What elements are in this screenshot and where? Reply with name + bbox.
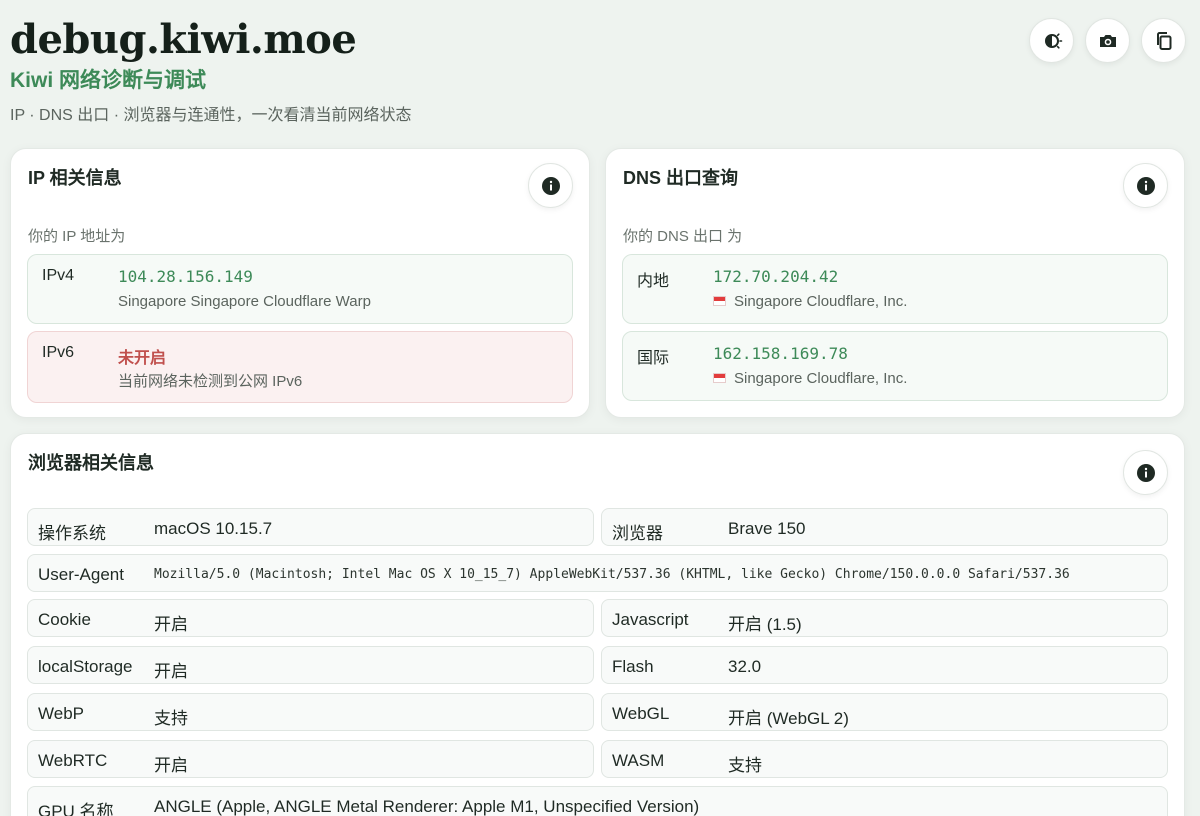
webrtc-value: 开启 (154, 756, 188, 775)
ipv4-location: Singapore Singapore Cloudflare Warp (118, 293, 371, 310)
dns-card-label: 你的 DNS 出口 为 (623, 228, 743, 245)
wasm-cell: WASM 支持 (601, 740, 1168, 778)
dns-international-location: Singapore Cloudflare, Inc. (734, 370, 908, 387)
dns-info-button[interactable] (1123, 163, 1168, 208)
singapore-flag-icon (713, 296, 726, 306)
site-subtitle: Kiwi 网络诊断与调试 (10, 69, 207, 92)
copy-button[interactable] (1141, 18, 1186, 63)
info-icon (1136, 176, 1156, 196)
browser-info-card: 浏览器相关信息 操作系统 macOS 10.15.7 浏览器 Brave 150… (10, 433, 1185, 816)
ip-info-button[interactable] (528, 163, 573, 208)
cookie-key: Cookie (38, 610, 91, 629)
theme-toggle-icon (1041, 30, 1063, 52)
os-value: macOS 10.15.7 (154, 519, 273, 538)
theme-toggle-button[interactable] (1029, 18, 1074, 63)
screenshot-button[interactable] (1085, 18, 1130, 63)
javascript-value: 开启 (1.5) (728, 615, 802, 634)
wasm-value: 支持 (728, 756, 762, 775)
browser-info-button[interactable] (1123, 450, 1168, 495)
dns-international-location-wrap: Singapore Cloudflare, Inc. (713, 370, 907, 387)
flash-key: Flash (612, 657, 654, 676)
gpu-cell: GPU 名称 ANGLE (Apple, ANGLE Metal Rendere… (27, 786, 1168, 816)
ip-card-label: 你的 IP 地址为 (28, 228, 126, 245)
local-storage-value: 开启 (154, 662, 188, 681)
site-tagline: IP · DNS 出口 · 浏览器与连通性，一次看清当前网络状态 (10, 107, 412, 124)
user-agent-cell: User-Agent Mozilla/5.0 (Macintosh; Intel… (27, 554, 1168, 592)
ipv4-row: IPv4 104.28.156.149 Singapore Singapore … (27, 254, 573, 324)
browser-value: Brave 150 (728, 519, 806, 538)
wasm-key: WASM (612, 751, 665, 770)
ip-card-title: IP 相关信息 (28, 168, 122, 188)
cookie-cell: Cookie 开启 (27, 599, 594, 637)
dns-info-card: DNS 出口查询 你的 DNS 出口 为 内地 172.70.204.42 Si… (605, 148, 1185, 418)
copy-icon (1153, 30, 1175, 52)
dns-domestic-row: 内地 172.70.204.42 Singapore Cloudflare, I… (622, 254, 1168, 324)
gpu-value: ANGLE (Apple, ANGLE Metal Renderer: Appl… (154, 797, 700, 816)
browser-cell: 浏览器 Brave 150 (601, 508, 1168, 546)
dns-card-title: DNS 出口查询 (623, 168, 739, 188)
site-title: debug.kiwi.moe (10, 16, 357, 63)
dns-domestic-location-wrap: Singapore Cloudflare, Inc. (713, 293, 907, 310)
dns-international-key: 国际 (637, 350, 670, 367)
webrtc-key: WebRTC (38, 751, 108, 770)
ipv6-row: IPv6 未开启 当前网络未检测到公网 IPv6 (27, 331, 573, 403)
os-key: 操作系统 (38, 524, 106, 543)
browser-key: 浏览器 (612, 524, 663, 543)
ipv4-key: IPv4 (42, 267, 75, 284)
ipv6-note: 当前网络未检测到公网 IPv6 (118, 373, 303, 390)
header-actions (1029, 18, 1186, 63)
browser-card-title: 浏览器相关信息 (28, 453, 154, 473)
camera-icon (1097, 30, 1119, 52)
dns-international-address: 162.158.169.78 (713, 344, 848, 363)
webgl-cell: WebGL 开启 (WebGL 2) (601, 693, 1168, 731)
webp-key: WebP (38, 704, 84, 723)
user-agent-value: Mozilla/5.0 (Macintosh; Intel Mac OS X 1… (154, 567, 1070, 582)
flash-value: 32.0 (728, 657, 762, 676)
dns-domestic-key: 内地 (637, 273, 670, 290)
local-storage-key: localStorage (38, 657, 133, 676)
os-cell: 操作系统 macOS 10.15.7 (27, 508, 594, 546)
webp-value: 支持 (154, 709, 188, 728)
dns-domestic-location: Singapore Cloudflare, Inc. (734, 293, 908, 310)
webrtc-cell: WebRTC 开启 (27, 740, 594, 778)
gpu-key: GPU 名称 (38, 802, 114, 816)
webp-cell: WebP 支持 (27, 693, 594, 731)
javascript-cell: Javascript 开启 (1.5) (601, 599, 1168, 637)
page-header: debug.kiwi.moe Kiwi 网络诊断与调试 IP · DNS 出口 … (10, 14, 1190, 134)
cookie-value: 开启 (154, 615, 188, 634)
webgl-key: WebGL (612, 704, 670, 723)
javascript-key: Javascript (612, 610, 689, 629)
ipv6-status: 未开启 (118, 350, 167, 367)
ipv6-key: IPv6 (42, 344, 75, 361)
ipv4-address: 104.28.156.149 (118, 267, 253, 286)
info-icon (541, 176, 561, 196)
webgl-value: 开启 (WebGL 2) (728, 709, 849, 728)
ip-info-card: IP 相关信息 你的 IP 地址为 IPv4 104.28.156.149 Si… (10, 148, 590, 418)
singapore-flag-icon (713, 373, 726, 383)
flash-cell: Flash 32.0 (601, 646, 1168, 684)
local-storage-cell: localStorage 开启 (27, 646, 594, 684)
user-agent-key: User-Agent (38, 565, 124, 584)
dns-international-row: 国际 162.158.169.78 Singapore Cloudflare, … (622, 331, 1168, 401)
dns-domestic-address: 172.70.204.42 (713, 267, 839, 286)
info-icon (1136, 463, 1156, 483)
